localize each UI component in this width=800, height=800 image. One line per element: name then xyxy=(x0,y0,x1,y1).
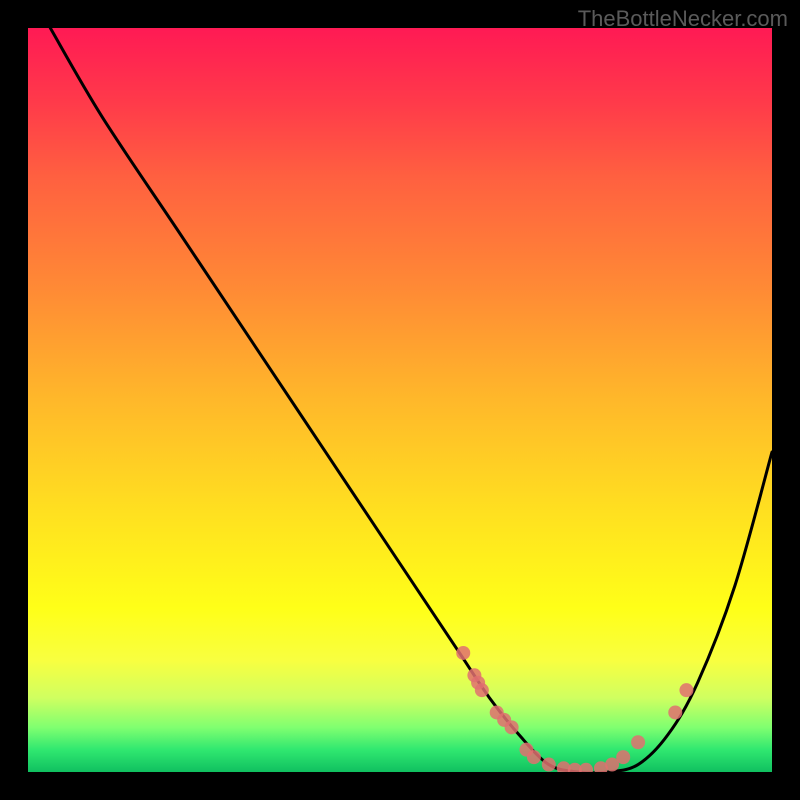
data-point xyxy=(542,758,556,772)
chart-svg xyxy=(28,28,772,772)
data-point xyxy=(579,763,593,772)
chart-plot-area xyxy=(28,28,772,772)
watermark-text: TheBottleNecker.com xyxy=(578,6,788,32)
data-point xyxy=(475,683,489,697)
data-point xyxy=(616,750,630,764)
data-point-markers xyxy=(456,646,693,772)
data-point xyxy=(527,750,541,764)
data-point xyxy=(505,720,519,734)
bottleneck-curve-line xyxy=(50,28,772,772)
data-point xyxy=(631,735,645,749)
data-point xyxy=(456,646,470,660)
data-point xyxy=(668,705,682,719)
data-point xyxy=(679,683,693,697)
